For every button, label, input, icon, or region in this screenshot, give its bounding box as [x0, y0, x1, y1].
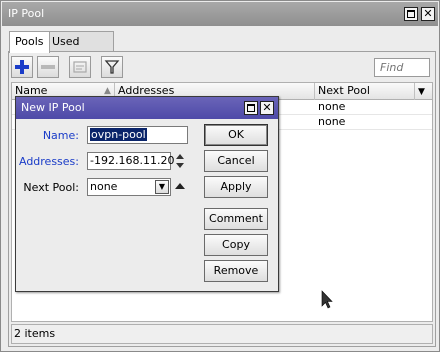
- comment-button[interactable]: [69, 56, 91, 78]
- tab-used-addresses[interactable]: Used Addresses: [46, 31, 115, 68]
- tab-pools[interactable]: Pools: [9, 31, 50, 53]
- addresses-field[interactable]: -192.168.11.20: [87, 152, 175, 170]
- maximize-icon[interactable]: [404, 7, 418, 21]
- copy-button[interactable]: Copy: [204, 234, 268, 256]
- ok-button-label: OK: [228, 128, 244, 141]
- dropdown-icon: ▼: [418, 87, 425, 97]
- next-pool-value: none: [90, 180, 118, 193]
- apply-button-label: Apply: [220, 180, 252, 193]
- filter-button[interactable]: [101, 56, 123, 78]
- next-pool-label: Next Pool:: [23, 181, 79, 194]
- column-chooser[interactable]: ▼: [415, 83, 432, 100]
- add-button[interactable]: [11, 56, 33, 78]
- close-icon[interactable]: ✕: [260, 101, 274, 115]
- column-next-pool-label: Next Pool: [318, 84, 370, 97]
- maximize-icon[interactable]: [244, 101, 258, 115]
- dialog-title: New IP Pool: [21, 101, 85, 114]
- find-input[interactable]: [374, 58, 430, 77]
- column-header-next-pool[interactable]: Next Pool: [315, 83, 415, 100]
- toolbar: [10, 56, 434, 80]
- dropdown-icon[interactable]: ▼: [155, 180, 169, 194]
- remove-button[interactable]: Remove: [204, 260, 268, 282]
- tab-pools-label: Pools: [15, 35, 44, 48]
- name-value: ovpn-pool: [90, 128, 147, 141]
- cancel-button[interactable]: Cancel: [204, 150, 268, 172]
- up-arrow-icon[interactable]: [174, 181, 186, 191]
- window-title: IP Pool: [8, 7, 45, 20]
- dialog-titlebar[interactable]: New IP Pool ✕: [16, 97, 278, 119]
- comment-icon: [73, 61, 87, 73]
- comment-button[interactable]: Comment: [204, 208, 268, 230]
- addresses-label: Addresses:: [18, 155, 79, 168]
- name-label: Name:: [42, 129, 79, 142]
- cursor-icon: [321, 290, 333, 309]
- cancel-button-label: Cancel: [217, 154, 255, 167]
- new-ip-pool-dialog: New IP Pool ✕ Name: ovpn-pool Addresses:…: [15, 96, 279, 292]
- addresses-value: -192.168.11.20: [90, 154, 175, 167]
- remove-icon: [41, 65, 55, 69]
- apply-button[interactable]: Apply: [204, 176, 268, 198]
- remove-button[interactable]: [37, 56, 59, 78]
- item-count: 2 items: [14, 327, 56, 340]
- add-icon: [15, 60, 29, 74]
- row-next-pool: none: [318, 115, 346, 128]
- filter-icon: [104, 60, 120, 74]
- updown-icon[interactable]: [174, 153, 186, 169]
- status-bar: 2 items: [11, 324, 433, 344]
- remove-button-label: Remove: [213, 264, 259, 277]
- copy-button-label: Copy: [222, 238, 250, 251]
- close-icon[interactable]: ✕: [421, 7, 435, 21]
- next-pool-select[interactable]: none ▼: [87, 178, 171, 196]
- ok-button[interactable]: OK: [204, 124, 268, 146]
- row-next-pool: none: [318, 100, 346, 113]
- window-titlebar[interactable]: IP Pool ✕: [2, 2, 438, 26]
- comment-button-label: Comment: [209, 212, 263, 225]
- name-field[interactable]: ovpn-pool: [87, 126, 188, 144]
